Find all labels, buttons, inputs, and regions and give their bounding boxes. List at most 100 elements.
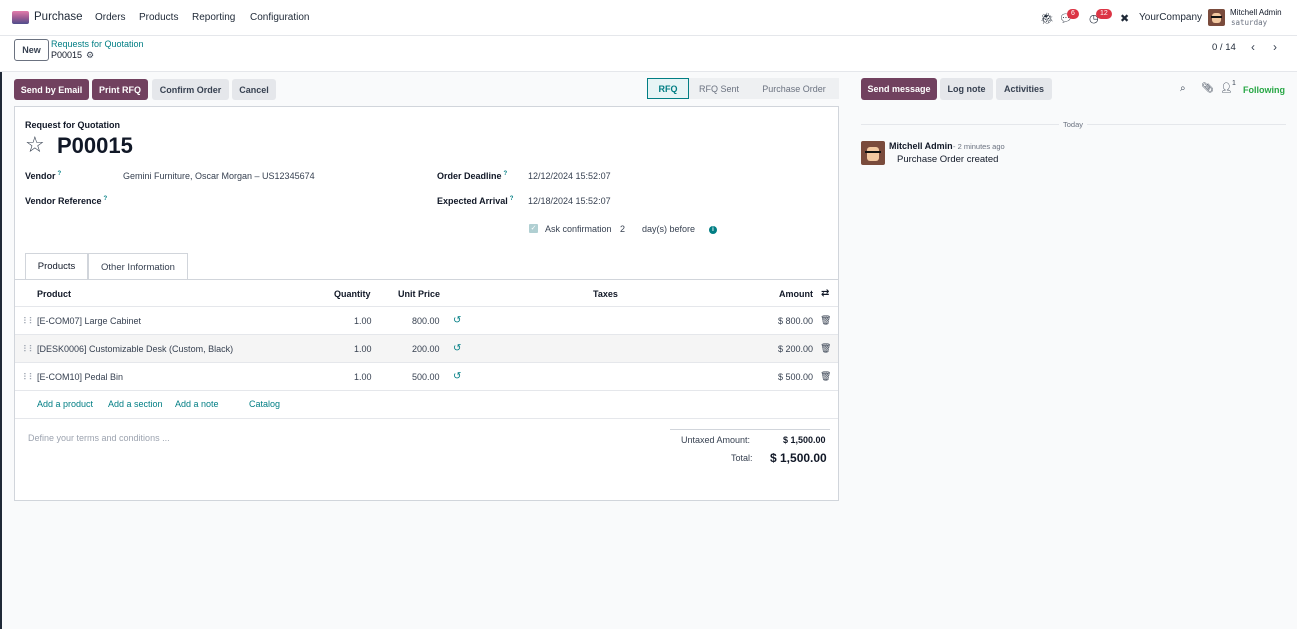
row-unit-price[interactable]: 500.00 — [412, 372, 440, 382]
row-product[interactable]: [E-COM10] Pedal Bin — [37, 372, 123, 382]
vendor-label: Vendor? — [25, 171, 62, 181]
company-switcher[interactable]: YourCompany — [1139, 12, 1202, 23]
col-amount[interactable]: Amount — [779, 289, 813, 299]
table-footer-divider — [15, 418, 838, 419]
search-icon[interactable]: ⌕ — [1180, 83, 1186, 94]
drag-handle-icon[interactable]: ⠇⠇ — [23, 316, 35, 327]
pager-value[interactable]: 0 / 14 — [1212, 42, 1236, 53]
row-unit-price[interactable]: 200.00 — [412, 344, 440, 354]
col-quantity[interactable]: Quantity — [334, 289, 371, 299]
vendor-reference-label: Vendor Reference? — [25, 196, 108, 206]
drag-handle-icon[interactable]: ⠇⠇ — [23, 344, 35, 355]
row-amount: $ 500.00 — [778, 372, 814, 382]
row-quantity[interactable]: 1.00 — [354, 316, 372, 326]
catalog-link[interactable]: Catalog — [249, 399, 280, 409]
app-name[interactable]: Purchase — [34, 11, 83, 23]
log-note-button[interactable]: Log note — [940, 78, 993, 100]
trash-icon[interactable]: 🗑︎ — [820, 315, 831, 326]
row-product[interactable]: [E-COM07] Large Cabinet — [37, 316, 141, 326]
ask-confirmation-label: Ask confirmation — [545, 224, 612, 234]
row-product[interactable]: [DESK0006] Customizable Desk (Custom, Bl… — [37, 344, 233, 354]
star-icon[interactable]: ☆ — [25, 134, 45, 156]
user-name[interactable]: Mitchell Admin — [1230, 8, 1282, 17]
print-rfq-button[interactable]: Print RFQ — [92, 79, 148, 100]
message-author-avatar[interactable] — [861, 141, 885, 165]
user-avatar[interactable] — [1208, 9, 1225, 26]
pager-previous-icon[interactable]: ‹ — [1243, 39, 1263, 55]
menu-products[interactable]: Products — [139, 12, 178, 23]
activities-badge: 12 — [1096, 9, 1112, 19]
trash-icon[interactable]: 🗑︎ — [820, 371, 831, 382]
following-button[interactable]: Following — [1243, 85, 1285, 95]
table-row[interactable]: ⠇⠇ [E-COM07] Large Cabinet 1.00 800.00 ↺… — [15, 307, 838, 335]
price-history-icon[interactable]: ↺ — [453, 343, 461, 354]
expected-arrival-field[interactable]: 12/18/2024 15:52:07 — [528, 196, 611, 206]
vendor-field[interactable]: Gemini Furniture, Oscar Morgan – US12345… — [123, 171, 315, 181]
info-icon[interactable]: i — [709, 226, 717, 234]
column-settings-icon[interactable]: ⇄ — [821, 288, 829, 299]
tab-divider — [15, 279, 838, 280]
record-name: P00015 — [57, 133, 133, 158]
bug-icon[interactable]: 🐞︎ — [1040, 12, 1054, 25]
message-time: - 2 minutes ago — [953, 142, 1005, 151]
breadcrumb-current: P00015 — [51, 50, 83, 60]
order-deadline-help-icon[interactable]: ? — [504, 171, 508, 177]
ask-confirmation-checkbox[interactable]: ✓ — [529, 224, 538, 233]
date-separator: Today — [1059, 120, 1088, 129]
tab-other-information[interactable]: Other Information — [88, 253, 188, 280]
tab-products[interactable]: Products — [25, 253, 88, 280]
message-author[interactable]: Mitchell Admin — [889, 141, 953, 151]
control-panel: New Requests for Quotation P00015 ⚙ 0 / … — [0, 36, 1297, 72]
vendor-reference-help-icon[interactable]: ? — [104, 196, 108, 202]
vendor-help-icon[interactable]: ? — [58, 171, 62, 177]
new-button[interactable]: New — [14, 39, 49, 61]
col-product[interactable]: Product — [37, 289, 71, 299]
menu-configuration[interactable]: Configuration — [250, 12, 309, 23]
send-by-email-button[interactable]: Send by Email — [14, 79, 89, 100]
expected-arrival-help-icon[interactable]: ? — [510, 196, 514, 202]
stage-purchase-order[interactable]: Purchase Order — [749, 78, 839, 99]
col-unit-price[interactable]: Unit Price — [398, 289, 440, 299]
send-message-button[interactable]: Send message — [861, 78, 937, 100]
followers-count: 1 — [1232, 80, 1236, 87]
table-row[interactable]: ⠇⠇ [E-COM10] Pedal Bin 1.00 500.00 ↺ $ 5… — [15, 363, 838, 391]
tools-icon[interactable]: ✖ — [1120, 12, 1129, 25]
followers-icon[interactable]: 👤︎ — [1220, 83, 1233, 94]
add-section-link[interactable]: Add a section — [108, 399, 163, 409]
database-name: saturday — [1231, 18, 1268, 27]
stage-rfq[interactable]: RFQ — [647, 78, 689, 99]
row-quantity[interactable]: 1.00 — [354, 344, 372, 354]
breadcrumb-parent[interactable]: Requests for Quotation — [51, 39, 144, 49]
menu-orders[interactable]: Orders — [95, 12, 126, 23]
price-history-icon[interactable]: ↺ — [453, 371, 461, 382]
price-history-icon[interactable]: ↺ — [453, 315, 461, 326]
terms-field[interactable]: Define your terms and conditions ... — [28, 433, 170, 443]
total-value: $ 1,500.00 — [770, 451, 827, 465]
gear-icon[interactable]: ⚙ — [86, 50, 94, 61]
order-deadline-label: Order Deadline? — [437, 171, 508, 181]
add-note-link[interactable]: Add a note — [175, 399, 219, 409]
row-amount: $ 800.00 — [778, 316, 814, 326]
row-unit-price[interactable]: 800.00 — [412, 316, 440, 326]
purchase-app-icon[interactable] — [12, 11, 29, 24]
message-body: Purchase Order created — [897, 154, 999, 165]
row-quantity[interactable]: 1.00 — [354, 372, 372, 382]
confirm-order-button[interactable]: Confirm Order — [152, 79, 229, 100]
table-row[interactable]: ⠇⠇ [DESK0006] Customizable Desk (Custom,… — [15, 335, 838, 363]
activities-button[interactable]: Activities — [996, 78, 1052, 100]
drag-handle-icon[interactable]: ⠇⠇ — [23, 372, 35, 383]
paperclip-icon[interactable]: 📎︎ — [1201, 83, 1214, 94]
cancel-button[interactable]: Cancel — [232, 79, 276, 100]
menu-reporting[interactable]: Reporting — [192, 12, 235, 23]
totals-divider — [670, 429, 830, 430]
stage-rfq-sent[interactable]: RFQ Sent — [689, 78, 749, 99]
pager-next-icon[interactable]: › — [1265, 39, 1285, 55]
row-amount: $ 200.00 — [778, 344, 814, 354]
add-product-link[interactable]: Add a product — [37, 399, 93, 409]
ask-confirmation-days[interactable]: 2 — [620, 224, 625, 234]
trash-icon[interactable]: 🗑︎ — [820, 343, 831, 354]
record-type-label: Request for Quotation — [25, 120, 120, 130]
vendor-reference-field[interactable] — [123, 196, 403, 208]
order-deadline-field[interactable]: 12/12/2024 15:52:07 — [528, 171, 611, 181]
col-taxes[interactable]: Taxes — [593, 289, 618, 299]
